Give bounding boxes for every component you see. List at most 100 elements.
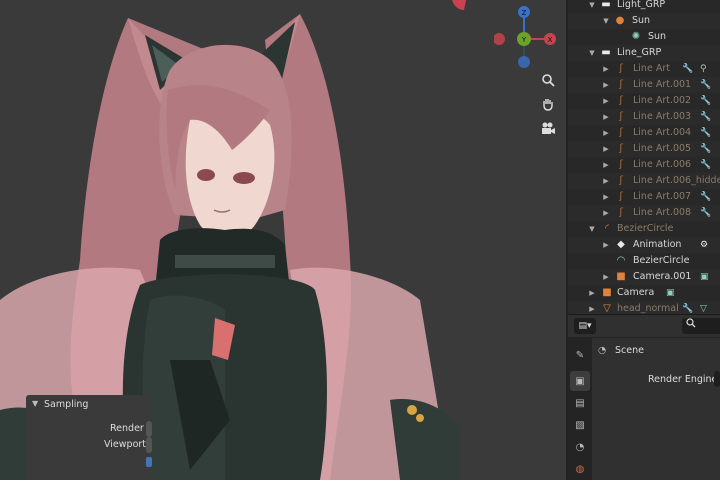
view-layer-tab-icon[interactable]: ▧	[570, 415, 590, 435]
sun-light-icon: ✺	[631, 31, 641, 42]
modifier-wrench-icon[interactable]: 🔧	[700, 109, 711, 125]
scene-tab-icon[interactable]: ◔	[570, 437, 590, 457]
expand-arrow-icon[interactable]: ▶	[588, 285, 596, 301]
properties-editor[interactable]: ▤▾ ✎ ▣ ▤ ▧ ◔ ◍ ◔ Scene Render Engine	[568, 315, 720, 480]
denoise-checkbox[interactable]	[146, 457, 152, 467]
scene-breadcrumb-icon: ◔	[598, 345, 607, 356]
modifier-wrench-icon[interactable]: 🔧	[700, 157, 711, 173]
collection-icon: ▬	[601, 0, 611, 10]
outliner-label: Animation	[633, 239, 682, 250]
line-art-icon: ʃ	[619, 111, 623, 122]
render-tab-icon[interactable]: ▣	[570, 371, 590, 391]
expand-arrow-icon[interactable]: ▶	[602, 173, 610, 189]
render-engine-dropdown[interactable]	[714, 371, 720, 387]
constraint-icon[interactable]: ⚙	[700, 237, 708, 253]
z-axis-label: Z	[522, 9, 527, 17]
camera-data-icon[interactable]: ▣	[666, 285, 675, 301]
outliner-row-line-art-002[interactable]: ▶ ʃ Line Art.002 🔧	[568, 93, 720, 109]
outliner-label: Sun	[648, 31, 667, 42]
expand-arrow-icon[interactable]: ▶	[602, 205, 610, 221]
viewport-samples-field[interactable]	[146, 437, 152, 453]
outliner-row-camera-001[interactable]: ▶ ■ Camera.001 ▣	[568, 269, 720, 285]
expand-arrow-icon[interactable]: ▶	[602, 189, 610, 205]
pan-hand-icon[interactable]	[537, 93, 559, 115]
tool-tab-icon[interactable]: ✎	[570, 345, 590, 365]
expand-arrow-icon[interactable]: ▶	[588, 301, 596, 314]
outliner-row-line-art-003[interactable]: ▶ ʃ Line Art.003 🔧	[568, 109, 720, 125]
zoom-icon[interactable]	[537, 69, 559, 91]
viewport-samples-label: Viewport	[104, 439, 147, 450]
panel-collapse-arrow-icon[interactable]: ▼	[32, 399, 38, 408]
line-art-icon: ʃ	[619, 63, 623, 74]
line-art-icon: ʃ	[619, 159, 623, 170]
camera-data-icon[interactable]: ▣	[700, 269, 709, 285]
collapse-arrow-icon[interactable]: ▼	[588, 221, 596, 237]
shader-icon[interactable]: ⚲	[700, 61, 707, 77]
outliner-row-line-art-006[interactable]: ▶ ʃ Line Art.006 🔧	[568, 157, 720, 173]
expand-arrow-icon[interactable]: ▶	[602, 109, 610, 125]
search-icon	[686, 318, 696, 328]
neg-x-axis-handle[interactable]	[493, 33, 505, 45]
collection-icon: ▬	[601, 47, 611, 58]
outliner-row-animation[interactable]: ▶ ◆ Animation ⚙	[568, 237, 720, 253]
outliner-row-line-art-005[interactable]: ▶ ʃ Line Art.005 🔧	[568, 141, 720, 157]
render-samples-field[interactable]	[146, 421, 152, 437]
modifier-wrench-icon[interactable]: 🔧	[700, 205, 711, 221]
collapse-arrow-icon[interactable]: ▼	[602, 13, 610, 29]
outliner-row-beziercircle-object[interactable]: ▼ ◜ BezierCircle	[568, 221, 720, 237]
editor-type-dropdown[interactable]: ▤▾	[574, 318, 596, 334]
outliner-row-beziercircle-data[interactable]: ◠ BezierCircle	[568, 253, 720, 269]
expand-arrow-icon[interactable]: ▶	[602, 141, 610, 157]
outliner-row-line-art[interactable]: ▶ ʃ Line Art 🔧 ⚲	[568, 61, 720, 77]
outliner-row-line-grp[interactable]: ▼ ▬ Line_GRP	[568, 45, 720, 61]
sampling-header[interactable]: Sampling	[44, 399, 88, 410]
render-engine-label: Render Engine	[648, 374, 718, 385]
modifier-wrench-icon[interactable]: 🔧	[700, 93, 711, 109]
outliner-row-sun-object[interactable]: ▼ ● Sun	[568, 13, 720, 29]
expand-arrow-icon[interactable]: ▶	[602, 61, 610, 77]
outliner-row-line-art-007[interactable]: ▶ ʃ Line Art.007 🔧	[568, 189, 720, 205]
modifier-wrench-icon[interactable]: 🔧	[700, 125, 711, 141]
output-tab-icon[interactable]: ▤	[570, 393, 590, 413]
expand-arrow-icon[interactable]: ▶	[602, 93, 610, 109]
modifier-wrench-icon[interactable]: 🔧	[682, 61, 693, 77]
outliner-row-line-art-004[interactable]: ▶ ʃ Line Art.004 🔧	[568, 125, 720, 141]
outliner-label: head_normal	[617, 303, 679, 314]
x-axis-label: X	[548, 36, 553, 44]
navigation-gizmo[interactable]: Z Y X	[493, 2, 564, 72]
modifier-wrench-icon[interactable]: 🔧	[682, 301, 693, 314]
outliner-row-camera[interactable]: ▶ ■ Camera ▣	[568, 285, 720, 301]
modifier-wrench-icon[interactable]: 🔧	[700, 141, 711, 157]
collapse-arrow-icon[interactable]: ▼	[588, 45, 596, 61]
outliner-row-line-art-008[interactable]: ▶ ʃ Line Art.008 🔧	[568, 205, 720, 221]
expand-arrow-icon[interactable]: ▶	[602, 125, 610, 141]
outliner-label: Line_GRP	[617, 47, 662, 58]
mesh-object-icon: ▽	[603, 303, 611, 314]
y-axis-label: Y	[521, 36, 527, 44]
collapse-arrow-icon[interactable]: ▼	[588, 0, 596, 13]
outliner-label: Line Art	[633, 63, 670, 74]
outliner-label: BezierCircle	[633, 255, 690, 266]
outliner-panel[interactable]: ▼ ▬ Light_GRP ▼ ● Sun ✺ Sun ▼ ▬ Line_GRP…	[568, 0, 720, 314]
modifier-wrench-icon[interactable]: 🔧	[700, 77, 711, 93]
line-art-icon: ʃ	[619, 191, 623, 202]
modifier-wrench-icon[interactable]: 🔧	[700, 189, 711, 205]
outliner-row-line-art-001[interactable]: ▶ ʃ Line Art.001 🔧	[568, 77, 720, 93]
search-field[interactable]	[682, 318, 720, 334]
world-tab-icon[interactable]: ◍	[570, 459, 590, 479]
expand-arrow-icon[interactable]: ▶	[602, 157, 610, 173]
camera-object-icon: ■	[616, 271, 626, 282]
outliner-label: Line Art.006	[633, 159, 692, 170]
outliner-label: Camera	[617, 287, 655, 298]
expand-arrow-icon[interactable]: ▶	[602, 237, 610, 253]
neg-z-axis-handle[interactable]	[518, 56, 530, 68]
expand-arrow-icon[interactable]: ▶	[602, 269, 610, 285]
camera-view-icon[interactable]	[537, 117, 559, 139]
mesh-data-icon[interactable]: ▽	[700, 301, 707, 314]
outliner-row-head-normal[interactable]: ▶ ▽ head_normal 🔧 ▽	[568, 301, 720, 314]
expand-arrow-icon[interactable]: ▶	[602, 77, 610, 93]
outliner-row-light-grp[interactable]: ▼ ▬ Light_GRP	[568, 0, 720, 13]
outliner-row-sun-data[interactable]: ✺ Sun	[568, 29, 720, 45]
outliner-label: Line Art.008	[633, 207, 692, 218]
outliner-row-line-art-006-hidden[interactable]: ▶ ʃ Line Art.006_hidden	[568, 173, 720, 189]
